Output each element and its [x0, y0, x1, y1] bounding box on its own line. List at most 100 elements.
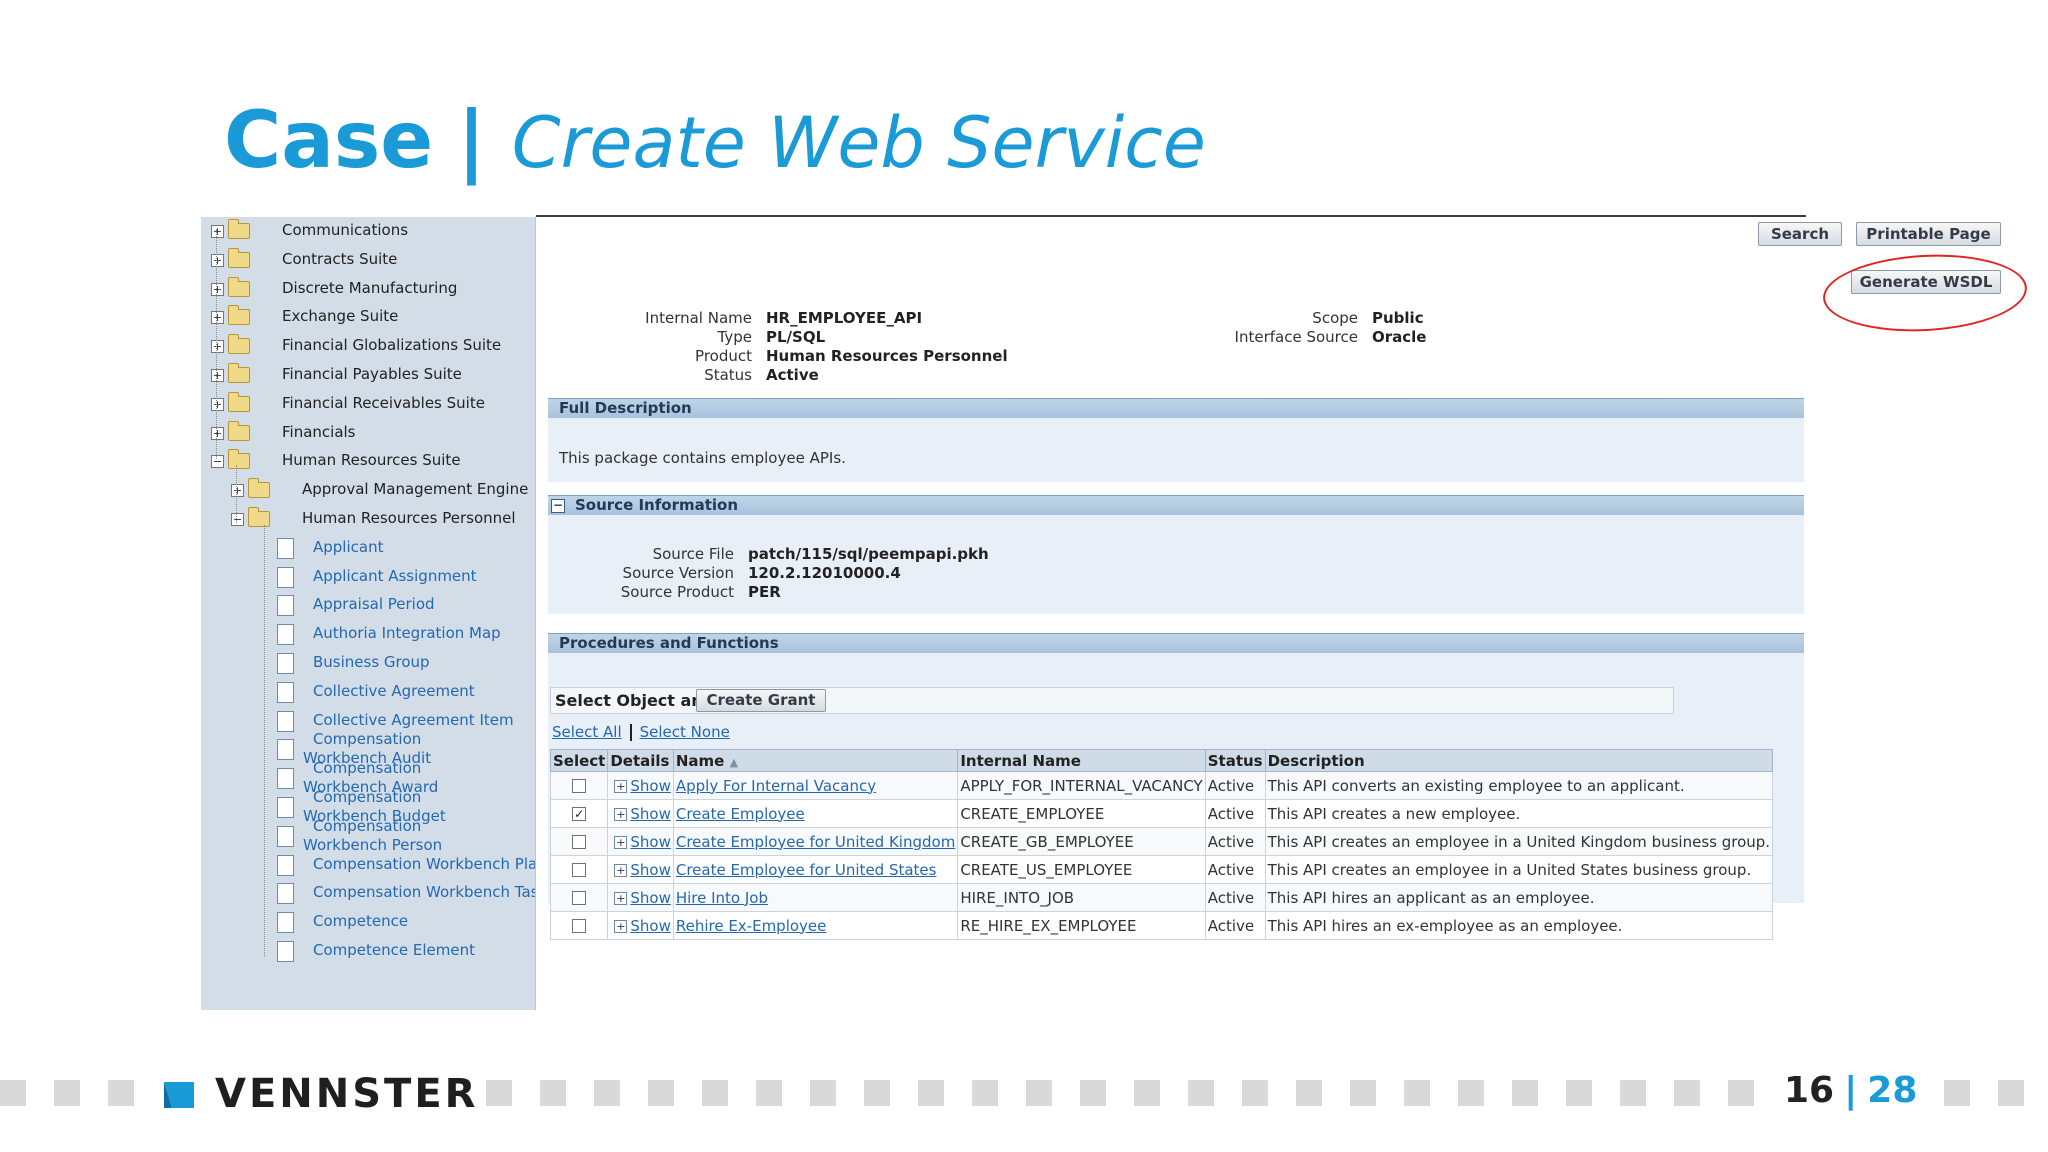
search-button[interactable]: Search — [1758, 222, 1842, 246]
tree-item-label[interactable]: Appraisal Period — [313, 595, 435, 613]
name-column-header[interactable]: Name ▲ — [672, 749, 959, 772]
folder-icon — [228, 276, 250, 297]
tree-item[interactable]: Competence — [201, 909, 535, 937]
folder-icon — [248, 478, 270, 499]
tree-item[interactable]: + Financials — [201, 420, 535, 448]
collapse-icon[interactable]: − — [231, 513, 244, 526]
expand-icon[interactable]: + — [211, 397, 224, 411]
tree-item-label[interactable]: Approval Management Engine — [302, 480, 528, 498]
procedure-name-link[interactable]: Apply For Internal Vacancy — [676, 777, 876, 795]
collapse-icon[interactable]: − — [551, 498, 565, 513]
row-checkbox[interactable] — [572, 779, 587, 793]
show-details-link[interactable]: Show — [630, 777, 670, 795]
expand-icon[interactable]: + — [614, 919, 628, 933]
expand-icon[interactable]: + — [211, 369, 224, 382]
expand-icon[interactable]: + — [211, 340, 224, 354]
tree-item-label[interactable]: Collective Agreement Item — [313, 711, 514, 729]
procedure-name-link[interactable]: Hire Into Job — [676, 889, 768, 907]
procedure-name-link[interactable]: Create Employee for United States — [676, 861, 937, 879]
tree-item-label[interactable]: Financials — [282, 423, 356, 441]
tree-item[interactable]: Compensation Workbench Person — [201, 817, 535, 854]
row-checkbox[interactable] — [572, 835, 587, 849]
procedure-name-link[interactable]: Create Employee for United Kingdom — [676, 833, 955, 851]
create-grant-button[interactable]: Create Grant — [696, 689, 826, 712]
tree-item-label[interactable]: Communications — [282, 221, 408, 239]
footer-square — [1566, 1080, 1592, 1106]
footer-square — [1080, 1080, 1106, 1106]
tree-item-label[interactable]: Compensation Workbench Task — [313, 883, 535, 901]
printable-page-button[interactable]: Printable Page — [1856, 222, 2001, 246]
tree-item-label[interactable]: Authoria Integration Map — [313, 624, 501, 642]
tree-item-label[interactable]: Competence Element — [313, 941, 475, 959]
row-checkbox[interactable] — [572, 891, 587, 905]
tree-item-label[interactable]: Business Group — [313, 653, 430, 671]
tree-item[interactable]: + Contracts Suite — [201, 247, 535, 275]
tree-item-label[interactable]: Discrete Manufacturing — [282, 279, 457, 297]
procedure-name-link[interactable]: Create Employee — [676, 805, 805, 823]
expand-icon[interactable]: + — [231, 484, 244, 498]
expand-icon[interactable]: + — [211, 225, 224, 238]
tree-item[interactable]: − Human Resources Suite — [201, 448, 535, 476]
show-details-link[interactable]: Show — [630, 833, 670, 851]
show-details-link[interactable]: Show — [630, 805, 670, 823]
application-screenshot: + Communications + Contracts Suite + Discrete… — [201, 215, 2029, 1010]
tree-item[interactable]: + Approval Management Engine — [201, 477, 535, 505]
tree-item[interactable]: Applicant Assignment — [201, 564, 535, 592]
row-checkbox[interactable]: ✓ — [572, 807, 587, 821]
tree-item[interactable]: Competence Element — [201, 938, 535, 966]
tree-item[interactable]: − Human Resources Personnel — [201, 506, 535, 534]
tree-item[interactable]: Collective Agreement — [201, 679, 535, 707]
tree-item-label[interactable]: Financial Receivables Suite — [282, 394, 485, 412]
show-details-link[interactable]: Show — [630, 917, 670, 935]
tree-item[interactable]: + Financial Payables Suite — [201, 362, 535, 390]
collapse-icon[interactable]: − — [211, 455, 224, 469]
tree-item[interactable]: Applicant — [201, 535, 535, 563]
brand-logo-text: VENNSTER — [215, 1071, 479, 1117]
tree-item-label[interactable]: Human Resources Suite — [282, 451, 461, 469]
tree-item-label[interactable]: Applicant — [313, 538, 383, 556]
row-checkbox[interactable] — [572, 919, 587, 933]
tree-item-label[interactable]: Compensation Workbench Person — [303, 817, 483, 855]
tree-item[interactable]: Appraisal Period — [201, 592, 535, 620]
tree-item[interactable]: Authoria Integration Map — [201, 621, 535, 649]
tree-item[interactable]: + Exchange Suite — [201, 304, 535, 332]
footer-square — [54, 1080, 80, 1106]
expand-icon[interactable]: + — [211, 426, 224, 440]
expand-icon[interactable]: + — [614, 779, 628, 793]
expand-icon[interactable]: + — [211, 311, 224, 325]
table-row: + Show Rehire Ex-Employee RE_HIRE_EX_EMPLOY… — [549, 911, 1774, 940]
status-cell: Active — [1204, 911, 1266, 940]
tree-item-label[interactable]: Exchange Suite — [282, 307, 398, 325]
footer-square — [486, 1080, 512, 1106]
internal-name-cell: APPLY_FOR_INTERNAL_VACANCY — [957, 771, 1206, 800]
tree-item[interactable]: + Financial Globalizations Suite — [201, 333, 535, 361]
select-none-link[interactable]: Select None — [640, 723, 730, 741]
show-details-link[interactable]: Show — [630, 861, 670, 879]
tree-item[interactable]: Compensation Workbench Task — [201, 880, 535, 908]
tree-item-label[interactable]: Applicant Assignment — [313, 567, 477, 585]
tree-item-label[interactable]: Financial Payables Suite — [282, 365, 462, 383]
procedure-name-link[interactable]: Rehire Ex-Employee — [676, 917, 827, 935]
row-checkbox[interactable] — [572, 863, 587, 877]
expand-icon[interactable]: + — [614, 891, 628, 905]
tree-item-label[interactable]: Competence — [313, 912, 408, 930]
expand-icon[interactable]: + — [614, 807, 628, 821]
tree-item-label[interactable]: Financial Globalizations Suite — [282, 336, 501, 354]
expand-icon[interactable]: + — [614, 863, 628, 877]
tree-item[interactable]: + Financial Receivables Suite — [201, 391, 535, 419]
show-details-link[interactable]: Show — [630, 889, 670, 907]
expand-icon[interactable]: + — [211, 253, 224, 267]
tree-item[interactable]: + Discrete Manufacturing — [201, 276, 535, 304]
tree-item[interactable]: + Communications — [201, 218, 535, 246]
tree-item[interactable]: Business Group — [201, 650, 535, 678]
tree-item-label[interactable]: Human Resources Personnel — [302, 509, 516, 527]
expand-icon[interactable]: + — [614, 835, 628, 849]
expand-icon[interactable]: + — [211, 282, 224, 296]
details-cell: + Show — [607, 827, 674, 856]
tree-item-label[interactable]: Compensation Workbench Plan — [313, 855, 535, 873]
select-all-link[interactable]: Select All — [552, 723, 622, 741]
tree-item-label[interactable]: Contracts Suite — [282, 250, 397, 268]
tree-item-label[interactable]: Collective Agreement — [313, 682, 475, 700]
tree-item[interactable]: Compensation Workbench Plan — [201, 852, 535, 880]
folder-icon — [228, 247, 250, 268]
